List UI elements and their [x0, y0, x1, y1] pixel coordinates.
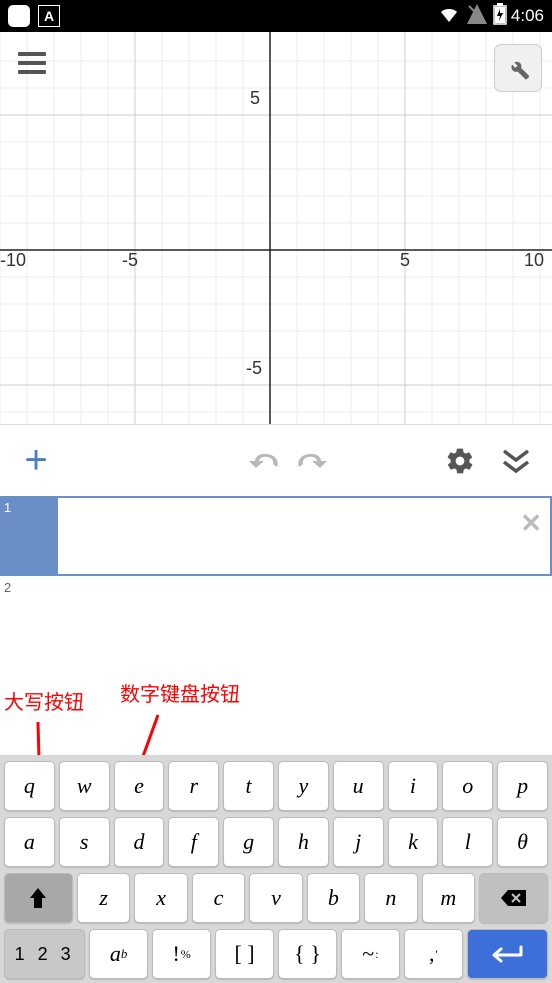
key-v[interactable]: v [249, 873, 302, 923]
wifi-icon [437, 2, 461, 31]
key-z[interactable]: z [77, 873, 130, 923]
graph-canvas[interactable]: 5 -5 -10 -5 5 10 [0, 32, 552, 424]
recent-app-icon [8, 5, 30, 27]
key-y[interactable]: y [278, 761, 329, 811]
app-indicator-icon: A [38, 5, 60, 27]
status-time: 4:06 [511, 6, 544, 26]
key-o[interactable]: o [442, 761, 493, 811]
tilde-key[interactable]: ~: [341, 929, 400, 979]
redo-button[interactable] [288, 439, 332, 483]
expression-index: 1 [0, 496, 56, 576]
virtual-keyboard: q w e r t y u i o p a s d f g h j k l θ … [0, 755, 552, 983]
key-j[interactable]: j [333, 817, 384, 867]
y-tick-5: 5 [250, 88, 260, 109]
key-m[interactable]: m [422, 873, 475, 923]
close-icon[interactable]: ✕ [520, 508, 542, 539]
key-a[interactable]: a [4, 817, 55, 867]
key-r[interactable]: r [168, 761, 219, 811]
comma-key[interactable]: ,' [404, 929, 463, 979]
annotation-numpad: 数字键盘按钮 [120, 678, 240, 707]
key-b[interactable]: b [307, 873, 360, 923]
collapse-button[interactable] [494, 439, 538, 483]
brackets-key[interactable]: [ ] [215, 929, 274, 979]
x-tick-10: 10 [524, 250, 544, 271]
expression-toolbar: + [0, 424, 552, 496]
battery-charging-icon [493, 3, 507, 30]
add-expression-button[interactable]: + [14, 439, 58, 483]
status-bar: A 4:06 [0, 0, 552, 32]
key-c[interactable]: c [192, 873, 245, 923]
key-f[interactable]: f [168, 817, 219, 867]
key-t[interactable]: t [223, 761, 274, 811]
key-theta[interactable]: θ [497, 817, 548, 867]
key-h[interactable]: h [278, 817, 329, 867]
shift-key[interactable] [4, 873, 73, 923]
expression-index: 2 [0, 576, 56, 604]
factorial-key[interactable]: !% [152, 929, 211, 979]
key-s[interactable]: s [59, 817, 110, 867]
numpad-key[interactable]: 1 2 3 [4, 929, 85, 979]
x-tick-5: 5 [400, 250, 410, 271]
no-signal-icon [465, 2, 489, 31]
subscript-key[interactable]: ab [89, 929, 148, 979]
key-e[interactable]: e [114, 761, 165, 811]
expression-row-2[interactable]: 2 [0, 576, 552, 604]
expression-input-2[interactable] [56, 576, 552, 604]
key-u[interactable]: u [333, 761, 384, 811]
y-tick-neg5: -5 [246, 358, 262, 379]
key-d[interactable]: d [114, 817, 165, 867]
braces-key[interactable]: { } [278, 929, 337, 979]
key-q[interactable]: q [4, 761, 55, 811]
key-n[interactable]: n [364, 873, 417, 923]
key-x[interactable]: x [134, 873, 187, 923]
wrench-button[interactable] [494, 44, 542, 92]
key-p[interactable]: p [497, 761, 548, 811]
x-tick-neg10: -10 [0, 250, 26, 271]
expression-input-1[interactable]: ✕ [56, 496, 552, 576]
key-w[interactable]: w [59, 761, 110, 811]
key-g[interactable]: g [223, 817, 274, 867]
key-i[interactable]: i [388, 761, 439, 811]
expression-row-1[interactable]: 1 ✕ [0, 496, 552, 576]
key-l[interactable]: l [442, 817, 493, 867]
x-tick-neg5: -5 [122, 250, 138, 271]
annotation-caps: 大写按钮 [4, 686, 84, 715]
menu-button[interactable] [18, 52, 50, 76]
backspace-key[interactable] [479, 873, 548, 923]
undo-button[interactable] [244, 439, 288, 483]
enter-key[interactable] [467, 929, 548, 979]
key-k[interactable]: k [388, 817, 439, 867]
expression-list: 1 ✕ 2 大写按钮 数字键盘按钮 [0, 496, 552, 676]
settings-button[interactable] [438, 439, 482, 483]
